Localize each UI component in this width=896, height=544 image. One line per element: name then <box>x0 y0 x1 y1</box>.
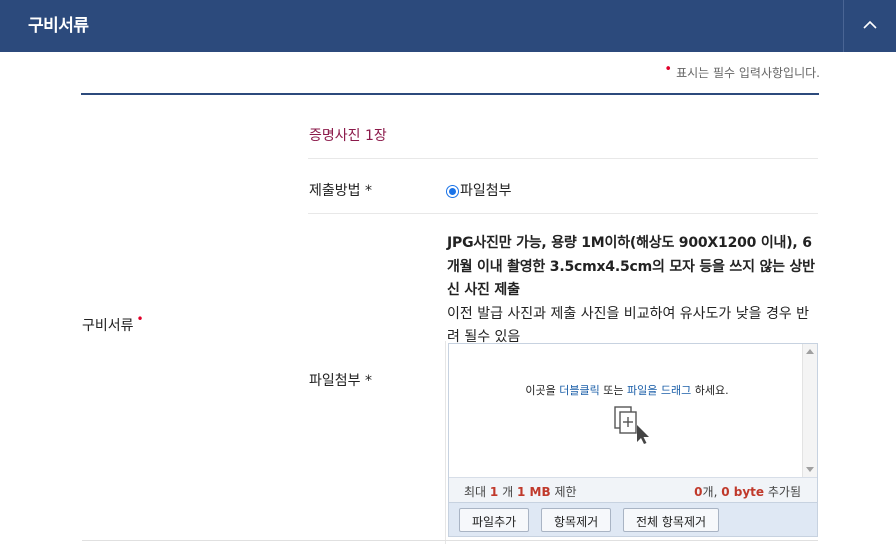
scroll-up-icon[interactable] <box>806 349 814 354</box>
remove-all-items-button[interactable]: 전체 항목제거 <box>623 508 720 532</box>
photo-requirement-title: 증명사진 1장 <box>309 128 387 144</box>
upload-limit: 최대 1 개 1 MB 제한 <box>464 483 577 500</box>
remove-item-button[interactable]: 항목제거 <box>541 508 612 532</box>
drop-instruction: 이곳을 더블클릭 또는 파일을 드래그 하세요. <box>449 382 805 398</box>
add-file-button[interactable]: 파일추가 <box>459 508 530 532</box>
required-note-text: 표시는 필수 입력사항입니다. <box>676 66 820 80</box>
table-bottom-border <box>82 540 818 541</box>
drop-text-mid: 또는 <box>599 384 627 397</box>
file-uploader: 이곳을 더블클릭 또는 파일을 드래그 하세요. 최대 1 개 1 MB 제한 … <box>448 343 818 537</box>
added-size: 0 byte <box>721 485 765 499</box>
limit-size: 1 MB <box>516 485 551 499</box>
drop-area-scrollbar[interactable] <box>802 344 817 477</box>
added-suffix: 추가됨 <box>767 485 801 499</box>
drop-text-prefix: 이곳을 <box>525 384 560 397</box>
divider <box>308 213 818 214</box>
drop-text-suffix: 하세요. <box>691 384 729 397</box>
limit-unit: 개 <box>502 485 514 499</box>
section-title: 구비서류 <box>28 16 89 36</box>
photo-description: JPG사진만 가능, 용량 1M이하(해상도 900X1200 이내), 6개월… <box>447 232 819 350</box>
required-marker: • <box>664 62 673 77</box>
column-divider <box>445 341 446 544</box>
radio-label: 파일첨부 <box>460 183 512 199</box>
attach-file-label: 파일첨부 * <box>309 373 372 389</box>
required-note: • 표시는 필수 입력사항입니다. <box>664 62 820 81</box>
chevron-up-icon <box>863 20 877 29</box>
limit-suffix: 제한 <box>554 485 577 499</box>
radio-selected-icon[interactable] <box>446 184 459 198</box>
submit-method-radio-file[interactable]: 파일첨부 <box>446 180 512 200</box>
added-unit: 개, <box>702 485 718 499</box>
limit-prefix: 최대 <box>464 485 487 499</box>
table-top-border <box>81 93 819 95</box>
documents-label-text: 구비서류 <box>82 318 134 334</box>
uploader-button-bar: 파일추가 항목제거 전체 항목제거 <box>449 502 817 536</box>
documents-row-label: 구비서류 • <box>82 312 144 335</box>
section-header: 구비서류 <box>0 0 896 52</box>
file-drop-area[interactable]: 이곳을 더블클릭 또는 파일을 드래그 하세요. <box>449 344 817 477</box>
divider <box>308 158 818 159</box>
double-click-link: 더블클릭 <box>559 384 600 397</box>
description-line-1: JPG사진만 가능, 용량 1M이하(해상도 900X1200 이내), 6개월… <box>447 235 815 298</box>
drag-file-link: 파일을 드래그 <box>627 384 692 397</box>
limit-count: 1 <box>489 485 499 499</box>
scroll-down-icon[interactable] <box>806 467 814 472</box>
upload-added: 0개, 0 byte 추가됨 <box>694 483 801 500</box>
collapse-toggle-button[interactable] <box>843 0 896 52</box>
required-marker: • <box>136 312 144 326</box>
added-count: 0 <box>694 485 703 499</box>
upload-status-bar: 최대 1 개 1 MB 제한 0개, 0 byte 추가됨 <box>449 477 817 502</box>
submit-method-label: 제출방법 * <box>309 183 372 199</box>
add-file-icon[interactable] <box>613 405 653 445</box>
